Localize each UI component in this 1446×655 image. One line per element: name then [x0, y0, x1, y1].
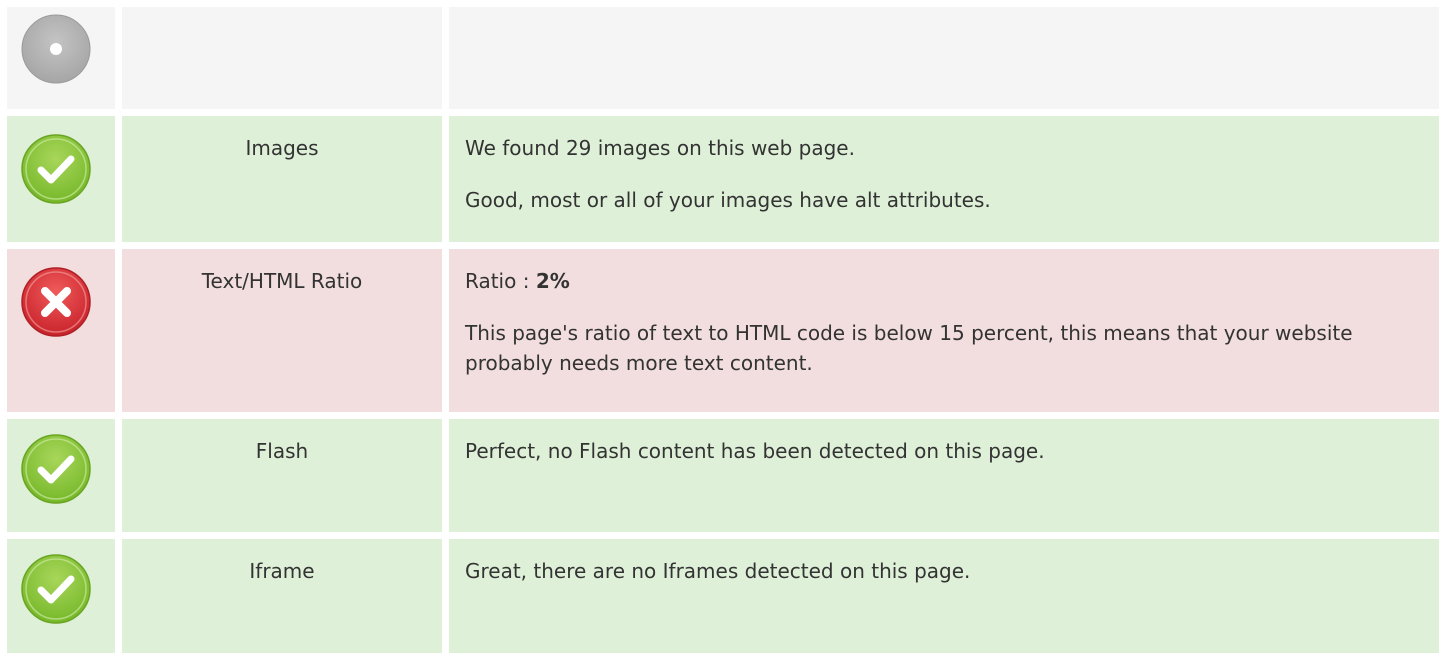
result-row-text-html-ratio: Text/HTML Ratio Ratio : 2% This page's r…	[7, 249, 1439, 412]
row-label: Flash	[255, 439, 309, 463]
ratio-value: 2%	[535, 269, 570, 293]
row-label: Iframe	[249, 559, 315, 583]
row-label-cell: Iframe	[122, 539, 442, 653]
result-summary: We found 29 images on this web page.	[465, 136, 855, 160]
row-label: Images	[245, 136, 319, 160]
status-cell	[7, 116, 115, 242]
row-label	[122, 7, 442, 26]
ratio-summary: Ratio : 2%	[465, 249, 1419, 296]
seo-results-table: Images We found 29 images on this web pa…	[0, 0, 1446, 655]
status-cell	[7, 539, 115, 653]
result-summary: Perfect, no Flash content has been detec…	[465, 439, 1045, 463]
row-label-cell: Flash	[122, 419, 442, 532]
row-content-cell: Great, there are no Iframes detected on …	[449, 539, 1439, 653]
result-row-flash: Flash Perfect, no Flash content has been…	[7, 419, 1439, 532]
status-cell	[7, 419, 115, 532]
row-label-cell: Images	[122, 116, 442, 242]
row-content-cell: Ratio : 2% This page's ratio of text to …	[449, 249, 1439, 412]
row-label-cell: Text/HTML Ratio	[122, 249, 442, 412]
row-label: Text/HTML Ratio	[201, 269, 363, 293]
ratio-prefix: Ratio :	[465, 269, 536, 293]
gray-circle-icon	[20, 13, 92, 85]
result-detail: This page's ratio of text to HTML code i…	[465, 321, 1353, 375]
row-content-cell: Perfect, no Flash content has been detec…	[449, 419, 1439, 532]
result-row-neutral	[7, 7, 1439, 109]
status-cell	[7, 249, 115, 412]
result-row-iframe: Iframe Great, there are no Iframes detec…	[7, 539, 1439, 653]
result-detail: Good, most or all of your images have al…	[465, 188, 991, 212]
row-content-cell	[449, 7, 1439, 109]
status-cell	[7, 7, 115, 109]
row-content-cell: We found 29 images on this web page. Goo…	[449, 116, 1439, 242]
red-x-icon	[20, 266, 92, 338]
result-summary: Great, there are no Iframes detected on …	[465, 559, 971, 583]
green-check-icon	[20, 133, 92, 205]
result-row-images: Images We found 29 images on this web pa…	[7, 116, 1439, 242]
green-check-icon	[20, 553, 92, 625]
green-check-icon	[20, 433, 92, 505]
row-label-cell	[122, 7, 442, 109]
